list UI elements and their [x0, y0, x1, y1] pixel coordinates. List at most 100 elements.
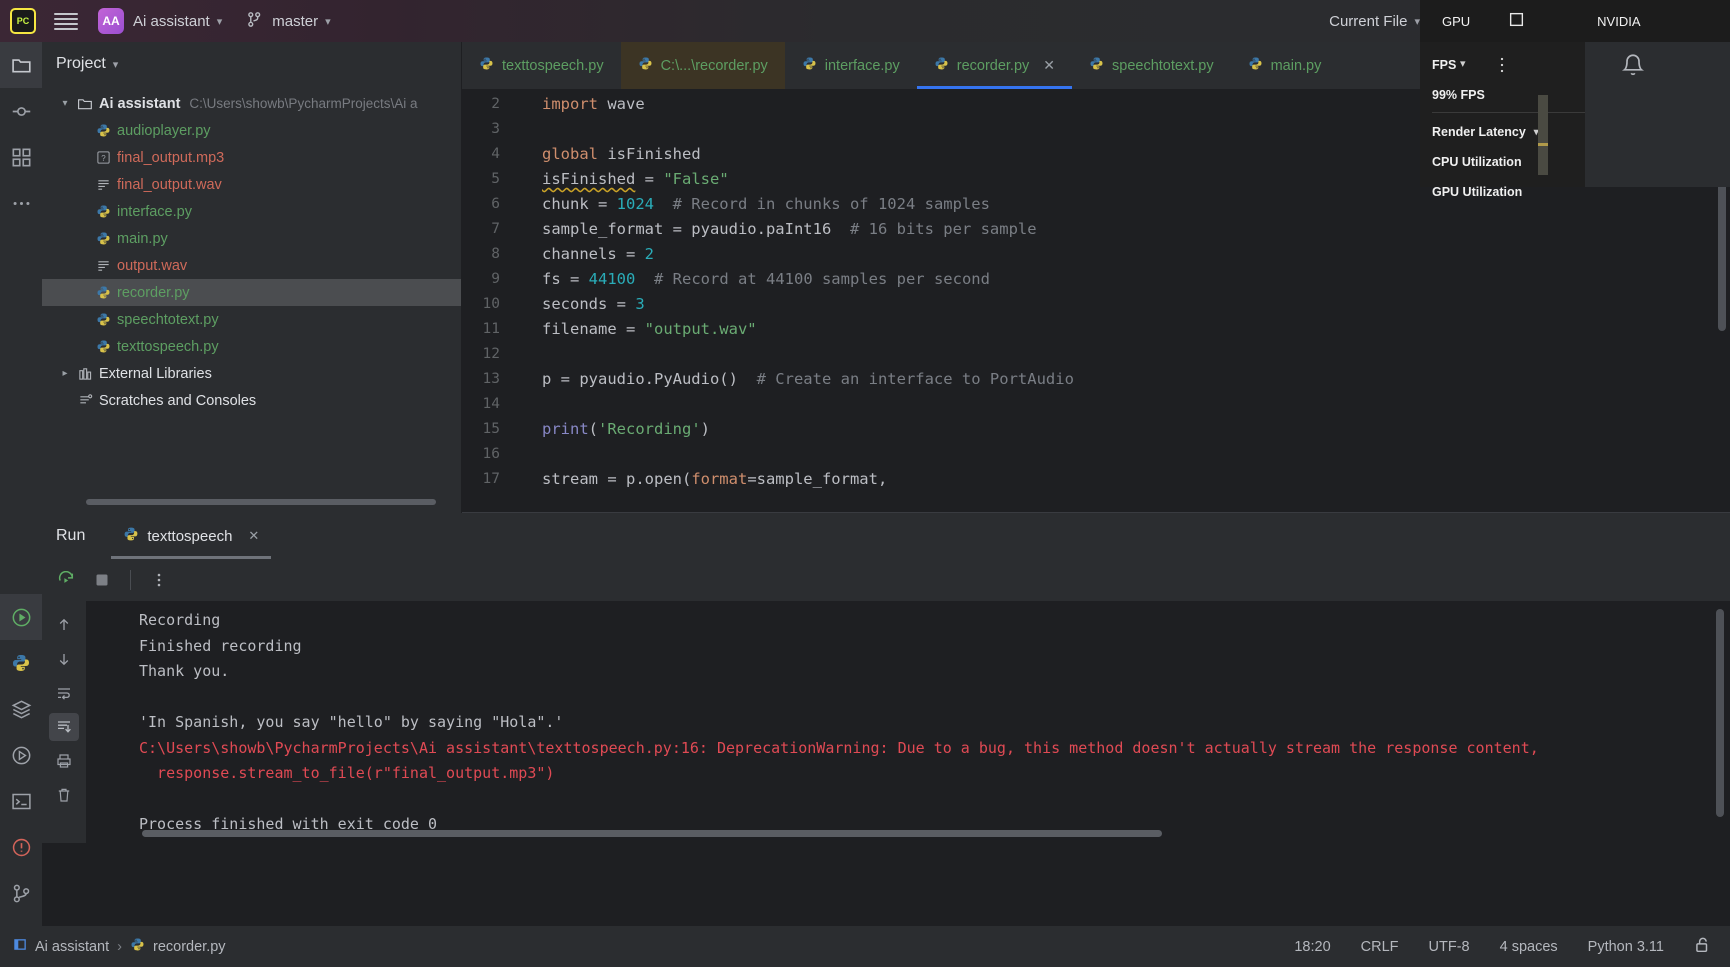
- editor-tab-label: interface.py: [824, 57, 900, 74]
- line-separator-status[interactable]: CRLF: [1361, 939, 1399, 955]
- breadcrumb-item-file[interactable]: recorder.py: [153, 939, 226, 955]
- chevron-right-icon[interactable]: ▸: [56, 368, 74, 379]
- indent-status[interactable]: 4 spaces: [1500, 939, 1558, 955]
- code-line: 14: [462, 392, 1730, 417]
- run-panel-title: Run: [56, 527, 86, 544]
- tree-file-label: final_output.wav: [117, 176, 222, 193]
- encoding-status[interactable]: UTF-8: [1429, 939, 1470, 955]
- nvidia-divider: [1432, 112, 1585, 113]
- render-latency-label: Render Latency: [1432, 125, 1526, 139]
- status-bar: Ai assistant › recorder.py 18:20 CRLF UT…: [0, 926, 1730, 967]
- code-line-text: import wave: [542, 95, 645, 113]
- tree-file-main-py[interactable]: main.py: [42, 225, 461, 252]
- python-file-icon: [92, 123, 114, 138]
- code-line: 17 stream = p.open(format=sample_format,: [462, 467, 1730, 492]
- tree-file-label: interface.py: [117, 203, 192, 220]
- close-icon[interactable]: ✕: [1043, 57, 1055, 74]
- nvidia-chevron-down-icon[interactable]: ▾: [1460, 57, 1466, 70]
- tree-root-ai-assistant[interactable]: ▾ Ai assistant C:\Users\showb\PycharmProje…: [42, 90, 461, 117]
- nvidia-metric-render-latency: Render Latency ▾: [1432, 117, 1585, 147]
- notification-bell-icon[interactable]: [1620, 52, 1646, 83]
- interpreter-status[interactable]: Python 3.11: [1588, 939, 1664, 955]
- tree-file-label: output.wav: [117, 257, 188, 274]
- fps-label: FPS: [1432, 58, 1457, 72]
- editor-tab-texttospeech-py[interactable]: texttospeech.py: [462, 42, 621, 89]
- more-options-button[interactable]: [145, 566, 173, 594]
- editor-tab-interface-py[interactable]: interface.py: [785, 42, 917, 89]
- more-tool-icon[interactable]: [0, 180, 42, 226]
- code-line-text: global isFinished: [542, 145, 701, 163]
- code-line: 12: [462, 342, 1730, 367]
- unlocked-icon[interactable]: [1694, 936, 1712, 958]
- scroll-to-end-button[interactable]: [49, 713, 79, 741]
- nvidia-meter-bar: [1538, 95, 1548, 175]
- branch-name-label[interactable]: master: [272, 13, 318, 30]
- tree-file-speechtotext-py[interactable]: speechtotext.py: [42, 306, 461, 333]
- nvidia-overlay-side: [1585, 42, 1730, 187]
- editor-tab-speechtotext-py[interactable]: speechtotext.py: [1072, 42, 1231, 89]
- editor-tab-label: speechtotext.py: [1112, 57, 1214, 74]
- editor-tab-main-py[interactable]: main.py: [1231, 42, 1339, 89]
- project-tool-icon[interactable]: [0, 42, 42, 88]
- terminal-icon[interactable]: [0, 778, 42, 824]
- chevron-down-icon[interactable]: ▾: [217, 15, 223, 28]
- print-button[interactable]: [49, 747, 79, 775]
- tree-file-final-output-mp3[interactable]: ? final_output.mp3: [42, 144, 461, 171]
- tree-file-recorder-py[interactable]: recorder.py: [42, 279, 461, 306]
- console-output[interactable]: Recording Finished recording Thank you. 'I…: [86, 601, 1730, 843]
- nvidia-more-vertical-icon[interactable]: [1495, 55, 1509, 78]
- run-tab-texttospeech[interactable]: texttospeech ✕: [111, 513, 272, 559]
- tree-scratches-label: Scratches and Consoles: [99, 392, 257, 409]
- services-icon[interactable]: [0, 686, 42, 732]
- tree-file-final-output-wav[interactable]: final_output.wav: [42, 171, 461, 198]
- project-tree: ▾ Ai assistant C:\Users\showb\PycharmProje…: [42, 86, 461, 414]
- tree-file-label: speechtotext.py: [117, 311, 219, 328]
- clear-all-button[interactable]: [49, 781, 79, 809]
- breadcrumb-separator: ›: [117, 938, 122, 955]
- project-horizontal-scrollbar[interactable]: [86, 499, 436, 505]
- soft-wrap-button[interactable]: [49, 679, 79, 707]
- scroll-down-button[interactable]: [49, 645, 79, 673]
- structure-tool-icon[interactable]: [0, 134, 42, 180]
- rerun-button[interactable]: [52, 566, 80, 594]
- stop-button[interactable]: [88, 566, 116, 594]
- problems-icon[interactable]: [0, 824, 42, 870]
- chevron-down-icon[interactable]: ▾: [113, 58, 119, 71]
- close-icon[interactable]: ✕: [248, 528, 259, 544]
- git-branch-icon: [246, 11, 263, 32]
- tree-file-audioplayer-py[interactable]: audioplayer.py: [42, 117, 461, 144]
- chevron-down-icon[interactable]: ▾: [56, 98, 74, 109]
- line-number: 8: [491, 246, 500, 262]
- project-name-label[interactable]: Ai assistant: [133, 13, 210, 30]
- run-configuration-selector[interactable]: Current File: [1329, 13, 1407, 30]
- run-tool-icon[interactable]: [0, 594, 42, 640]
- tree-file-label: texttospeech.py: [117, 338, 219, 355]
- commit-tool-icon[interactable]: [0, 88, 42, 134]
- console-vertical-scrollbar[interactable]: [1716, 609, 1724, 817]
- editor-vertical-scrollbar[interactable]: [1718, 175, 1726, 331]
- console-horizontal-scrollbar[interactable]: [142, 830, 1162, 837]
- pycharm-logo-icon[interactable]: PC: [10, 8, 36, 34]
- tree-file-output-wav[interactable]: output.wav: [42, 252, 461, 279]
- run-toolbar: [42, 559, 1730, 601]
- debug-tool-icon[interactable]: [0, 732, 42, 778]
- tree-file-interface-py[interactable]: interface.py: [42, 198, 461, 225]
- tree-file-texttospeech-py[interactable]: texttospeech.py: [42, 333, 461, 360]
- text-file-icon: [92, 258, 114, 273]
- python-file-icon: [1089, 56, 1104, 75]
- square-icon[interactable]: [1508, 11, 1525, 31]
- breadcrumb-item-project[interactable]: Ai assistant: [35, 939, 109, 955]
- editor-tab-recorder-py[interactable]: recorder.py ✕: [916, 42, 1073, 89]
- code-line-text: seconds = 3: [542, 295, 645, 313]
- code-line: 8 channels = 2: [462, 242, 1730, 267]
- version-control-icon[interactable]: [0, 870, 42, 916]
- python-console-icon[interactable]: [0, 640, 42, 686]
- editor-tab-c------recorder-py[interactable]: C:\...\recorder.py: [620, 42, 785, 89]
- hamburger-menu-icon[interactable]: [54, 9, 78, 33]
- branch-chevron-down-icon[interactable]: ▾: [325, 15, 331, 28]
- python-file-icon: [802, 56, 817, 75]
- tree-scratches-and-consoles[interactable]: Scratches and Consoles: [42, 387, 461, 414]
- tree-external-libraries[interactable]: ▸ External Libraries: [42, 360, 461, 387]
- project-avatar[interactable]: AA: [98, 8, 124, 34]
- scroll-up-button[interactable]: [49, 611, 79, 639]
